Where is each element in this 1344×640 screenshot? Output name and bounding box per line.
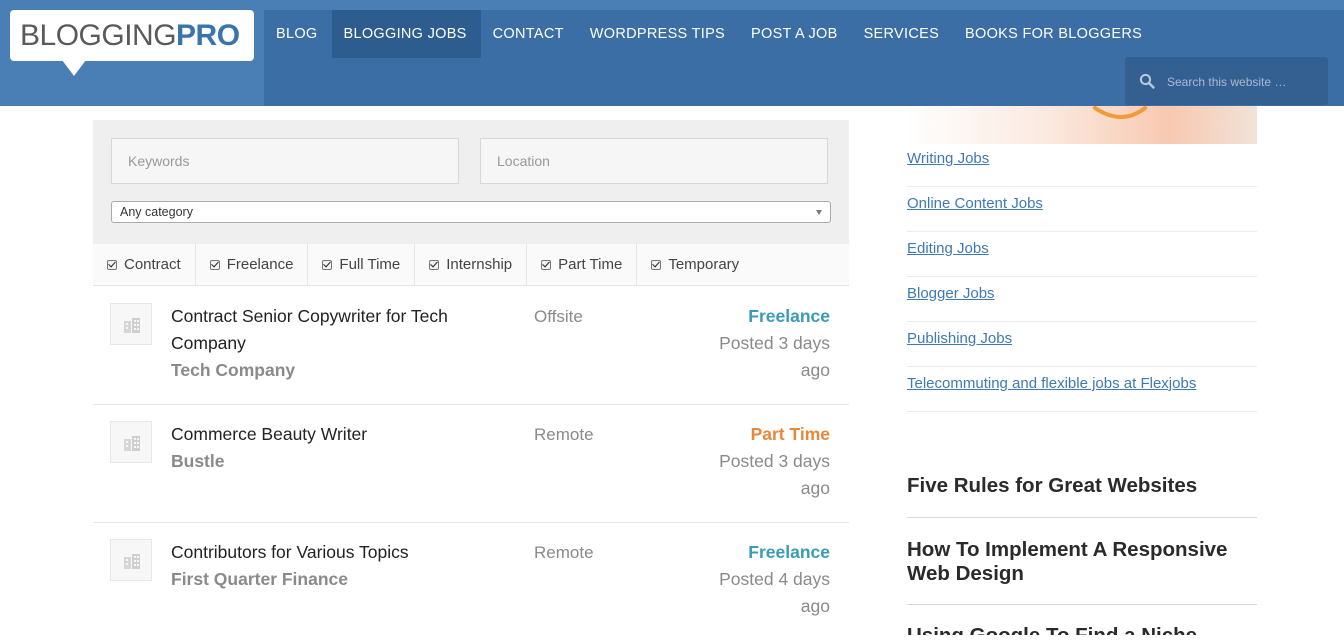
search-box xyxy=(1125,57,1328,105)
search-input[interactable] xyxy=(1165,69,1319,95)
checkbox-checked-icon[interactable] xyxy=(541,259,552,270)
job-listing[interactable]: Contract Senior Copywriter for Tech Comp… xyxy=(93,286,849,405)
sidebar-link-row: Online Content Jobs xyxy=(907,186,1257,232)
job-type-part-time[interactable]: Part Time xyxy=(527,244,638,285)
sidebar-link-writing-jobs[interactable]: Writing Jobs xyxy=(907,148,989,170)
job-posted-date: Posted 4 days ago xyxy=(719,569,830,616)
sidebar-post-title[interactable]: Five Rules for Great Websites xyxy=(907,474,1257,498)
nav-item-books-for-bloggers[interactable]: BOOKS FOR BLOGGERS xyxy=(953,10,1156,58)
sidebar-link-blogger-jobs[interactable]: Blogger Jobs xyxy=(907,283,995,305)
location-input[interactable] xyxy=(480,138,828,184)
job-title[interactable]: Contributors for Various Topics xyxy=(171,539,481,566)
job-listing[interactable]: Contributors for Various Topics First Qu… xyxy=(93,522,849,640)
building-icon xyxy=(124,554,140,569)
company-logo-placeholder xyxy=(110,539,152,581)
checkbox-checked-icon[interactable] xyxy=(322,259,333,270)
sidebar-link-flexjobs[interactable]: Telecommuting and flexible jobs at Flexj… xyxy=(907,373,1196,395)
job-listing[interactable]: Commerce Beauty Writer Bustle Remote Par… xyxy=(93,404,849,523)
sidebar-post: Five Rules for Great Websites xyxy=(907,474,1257,518)
job-company: Bustle xyxy=(171,451,225,471)
category-select-value: Any category xyxy=(120,205,193,219)
sidebar-link-editing-jobs[interactable]: Editing Jobs xyxy=(907,238,989,260)
company-logo-placeholder xyxy=(110,303,152,345)
job-posted-date: Posted 3 days ago xyxy=(719,451,830,498)
sidebar-post: Using Google To Find a Niche xyxy=(907,624,1257,635)
checkbox-checked-icon[interactable] xyxy=(209,259,220,270)
sidebar-post: How To Implement A Responsive Web Design xyxy=(907,538,1257,605)
job-type-freelance[interactable]: Freelance xyxy=(196,244,309,285)
job-posted-date: Posted 3 days ago xyxy=(719,333,830,380)
job-type-contract[interactable]: Contract xyxy=(93,244,196,285)
main-navigation: BLOG BLOGGING JOBS CONTACT WORDPRESS TIP… xyxy=(264,10,1344,106)
job-title[interactable]: Contract Senior Copywriter for Tech Comp… xyxy=(171,303,481,357)
sidebar-link-row: Blogger Jobs xyxy=(907,276,1257,322)
job-type-full-time[interactable]: Full Time xyxy=(308,244,416,285)
job-type-badge: Part Time xyxy=(750,424,830,444)
sidebar-post-title[interactable]: How To Implement A Responsive Web Design xyxy=(907,538,1257,586)
job-filter-panel: Any category xyxy=(93,120,849,244)
job-type-internship[interactable]: Internship xyxy=(415,244,528,285)
chevron-down-icon xyxy=(816,210,822,215)
sidebar-link-online-content-jobs[interactable]: Online Content Jobs xyxy=(907,193,1043,215)
job-location: Offsite xyxy=(534,307,583,326)
site-logo[interactable]: BLOGGINGPRO xyxy=(10,10,254,76)
sidebar-banner-image[interactable] xyxy=(907,106,1257,144)
sidebar-link-row: Editing Jobs xyxy=(907,231,1257,277)
job-type-badge: Freelance xyxy=(748,306,830,326)
job-type-filters: Contract Freelance Full Time Internship … xyxy=(93,244,849,286)
sidebar-link-row: Writing Jobs xyxy=(907,141,1257,187)
nav-item-contact[interactable]: CONTACT xyxy=(481,10,578,58)
search-icon[interactable] xyxy=(1139,73,1155,89)
sidebar-post-title[interactable]: Using Google To Find a Niche xyxy=(907,624,1257,635)
sidebar-link-row: Publishing Jobs xyxy=(907,321,1257,367)
sidebar-link-publishing-jobs[interactable]: Publishing Jobs xyxy=(907,328,1012,350)
building-icon xyxy=(124,436,140,451)
nav-item-blog[interactable]: BLOG xyxy=(264,10,332,58)
logo-text: BLOGGINGPRO xyxy=(20,19,240,52)
sidebar-link-row: Telecommuting and flexible jobs at Flexj… xyxy=(907,366,1257,412)
checkbox-checked-icon[interactable] xyxy=(651,259,662,270)
job-company: Tech Company xyxy=(171,360,296,380)
checkbox-checked-icon[interactable] xyxy=(429,259,440,270)
job-title[interactable]: Commerce Beauty Writer xyxy=(171,421,481,448)
banner-graphic xyxy=(1093,106,1147,119)
job-company: First Quarter Finance xyxy=(171,569,348,589)
nav-item-post-a-job[interactable]: POST A JOB xyxy=(739,10,852,58)
job-location: Remote xyxy=(534,425,594,444)
company-logo-placeholder xyxy=(110,421,152,463)
building-icon xyxy=(124,318,140,333)
keywords-input[interactable] xyxy=(111,138,459,184)
job-type-badge: Freelance xyxy=(748,542,830,562)
checkbox-checked-icon[interactable] xyxy=(107,259,117,270)
job-type-temporary[interactable]: Temporary xyxy=(637,244,753,285)
nav-item-wordpress-tips[interactable]: WORDPRESS TIPS xyxy=(578,10,739,58)
job-location: Remote xyxy=(534,543,594,562)
category-select[interactable]: Any category xyxy=(111,201,831,223)
nav-menu: BLOG BLOGGING JOBS CONTACT WORDPRESS TIP… xyxy=(264,10,1156,58)
nav-item-blogging-jobs[interactable]: BLOGGING JOBS xyxy=(331,10,481,58)
nav-item-services[interactable]: SERVICES xyxy=(852,10,953,58)
